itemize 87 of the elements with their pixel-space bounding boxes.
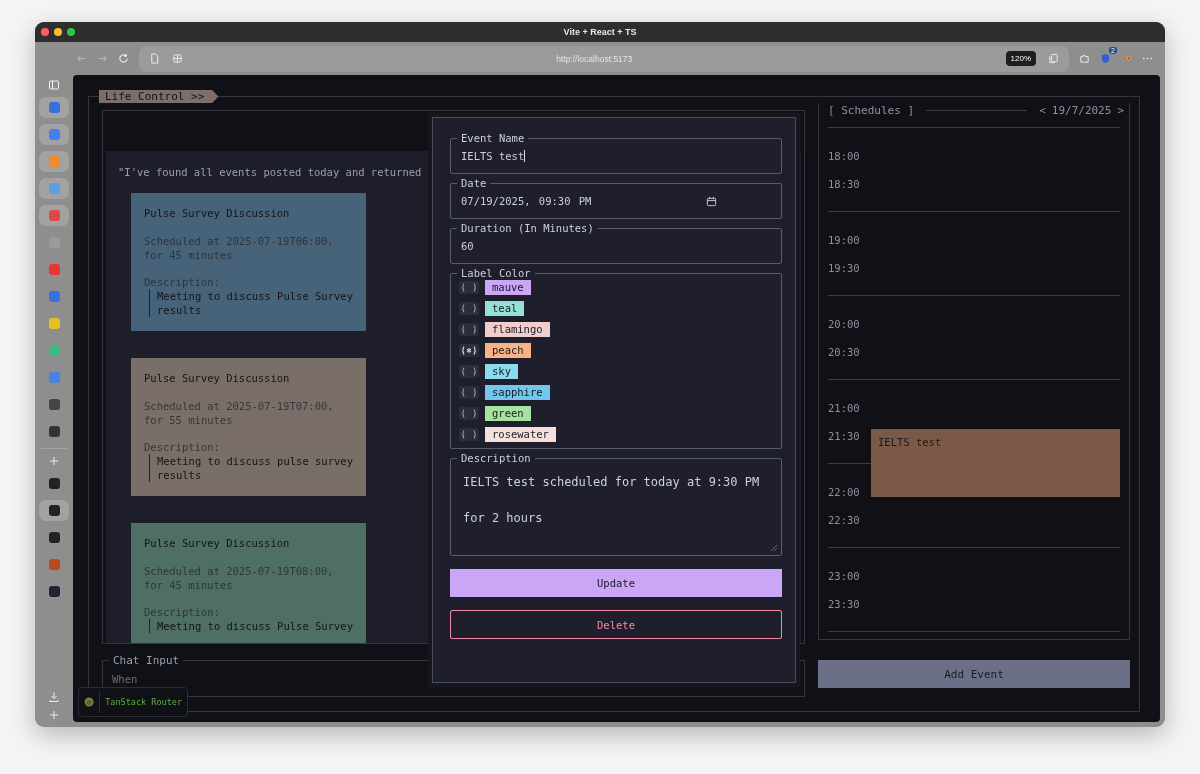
plus-icon[interactable] — [48, 709, 60, 721]
maximize-icon[interactable] — [67, 28, 75, 36]
schedule-date: 19/7/2025 — [1051, 103, 1112, 117]
sidebar-icon[interactable] — [48, 79, 60, 91]
radio-button[interactable] — [459, 365, 479, 378]
router-devtools-badge[interactable]: TanStack Router — [78, 687, 188, 717]
next-day-button[interactable]: > — [1117, 103, 1124, 117]
color-tag[interactable]: peach — [485, 343, 531, 358]
time-label: 21:00 — [828, 402, 860, 414]
shield-icon[interactable] — [1100, 53, 1111, 64]
time-label: 21:30 — [828, 430, 860, 442]
forward-icon[interactable] — [97, 53, 108, 64]
app-icon[interactable] — [48, 426, 60, 437]
chat-input-label: Chat Input — [109, 654, 184, 667]
time-label: 22:30 — [828, 514, 860, 526]
field-label: Description — [457, 452, 535, 465]
time-label: 23:30 — [828, 598, 860, 610]
field-label: Label Color — [457, 267, 535, 280]
time-label: 19:00 — [828, 234, 860, 246]
description-label: Description: — [144, 605, 221, 619]
field-value: 07/19/2025, 09:30 PM — [461, 194, 593, 208]
schedules-title: [ Schedules ] — [828, 103, 915, 117]
time-label: 23:00 — [828, 570, 860, 582]
window-title: Vite + React + TS — [562, 27, 638, 37]
download-icon[interactable] — [48, 691, 60, 703]
time-label: 20:30 — [828, 346, 860, 358]
calendar-icon[interactable] — [706, 195, 717, 207]
delete-button[interactable]: Delete — [450, 610, 782, 639]
field-value: IELTS test scheduled for today at 9:30 PM for 2 hours — [463, 474, 761, 527]
event-title: Pulse Survey Discussion — [144, 206, 291, 220]
resize-handle-icon[interactable] — [771, 545, 777, 551]
event-description: Meeting to discuss pulse survey results — [149, 454, 356, 482]
field-label: Event Name — [457, 132, 529, 145]
radio-button[interactable] — [459, 344, 479, 357]
event-title: Pulse Survey Discussion — [144, 371, 291, 385]
field-value: IELTS test — [461, 149, 526, 163]
radio-button[interactable] — [459, 281, 479, 294]
plus-icon[interactable] — [48, 455, 60, 467]
time-label: 18:30 — [828, 178, 860, 190]
event-schedule: Scheduled at 2025-07-19T07:00, for 55 minutes — [144, 399, 335, 427]
zoom-badge[interactable]: 120% — [1005, 51, 1036, 66]
radio-button[interactable] — [459, 428, 479, 441]
color-tag[interactable]: flamingo — [485, 322, 550, 337]
color-tag[interactable]: green — [485, 406, 531, 421]
app-icon[interactable] — [48, 532, 60, 543]
time-label: 19:30 — [828, 262, 860, 274]
description-label: Description: — [144, 275, 221, 289]
close-icon[interactable] — [41, 28, 49, 36]
app-icon[interactable] — [48, 399, 60, 410]
field-value: 60 — [461, 239, 474, 253]
app-icon[interactable] — [48, 478, 60, 489]
chat-input-field[interactable]: When — [112, 672, 795, 686]
grid-icon[interactable] — [172, 53, 183, 64]
time-label: 20:00 — [828, 318, 860, 330]
copy-icon[interactable] — [1048, 53, 1059, 64]
color-tag[interactable]: teal — [485, 301, 525, 316]
event-description: Meeting to discuss Pulse Survey — [149, 619, 356, 633]
color-tag[interactable]: rosewater — [485, 427, 556, 442]
app-title: Life Control >> — [99, 90, 219, 103]
app-icon[interactable] — [48, 505, 60, 516]
event-title: Pulse Survey Discussion — [144, 536, 291, 550]
address-bar[interactable]: http://localhost:5173 120% — [139, 45, 1069, 72]
description-label: Description: — [144, 440, 221, 454]
app-icon[interactable] — [48, 586, 60, 597]
time-label: 18:00 — [828, 150, 860, 162]
color-tag[interactable]: sapphire — [485, 385, 550, 400]
field-label: Duration (In Minutes) — [457, 222, 598, 235]
update-button[interactable]: Update — [450, 569, 782, 597]
reload-icon[interactable] — [118, 53, 129, 64]
event-description: Meeting to discuss Pulse Survey results — [149, 289, 356, 317]
color-tag[interactable]: mauve — [485, 280, 531, 295]
devtools-label: TanStack Router — [105, 697, 182, 707]
chat-message: "I've found all events posted today and returned — [118, 165, 422, 180]
radio-button[interactable] — [459, 386, 479, 399]
add-event-button[interactable]: Add Event — [818, 660, 1130, 688]
logo-icon — [84, 695, 95, 709]
time-label: 22:00 — [828, 486, 860, 498]
color-tag[interactable]: sky — [485, 364, 518, 379]
back-icon[interactable] — [76, 53, 87, 64]
radio-button[interactable] — [459, 407, 479, 420]
previous-day-button[interactable]: < — [1039, 103, 1046, 117]
radio-button[interactable] — [459, 302, 479, 315]
page-icon — [149, 53, 160, 64]
minimize-icon[interactable] — [54, 28, 62, 36]
radio-button[interactable] — [459, 323, 479, 336]
event-schedule: Scheduled at 2025-07-19T06:00, for 45 minutes — [144, 234, 335, 262]
field-label: Date — [457, 177, 491, 190]
